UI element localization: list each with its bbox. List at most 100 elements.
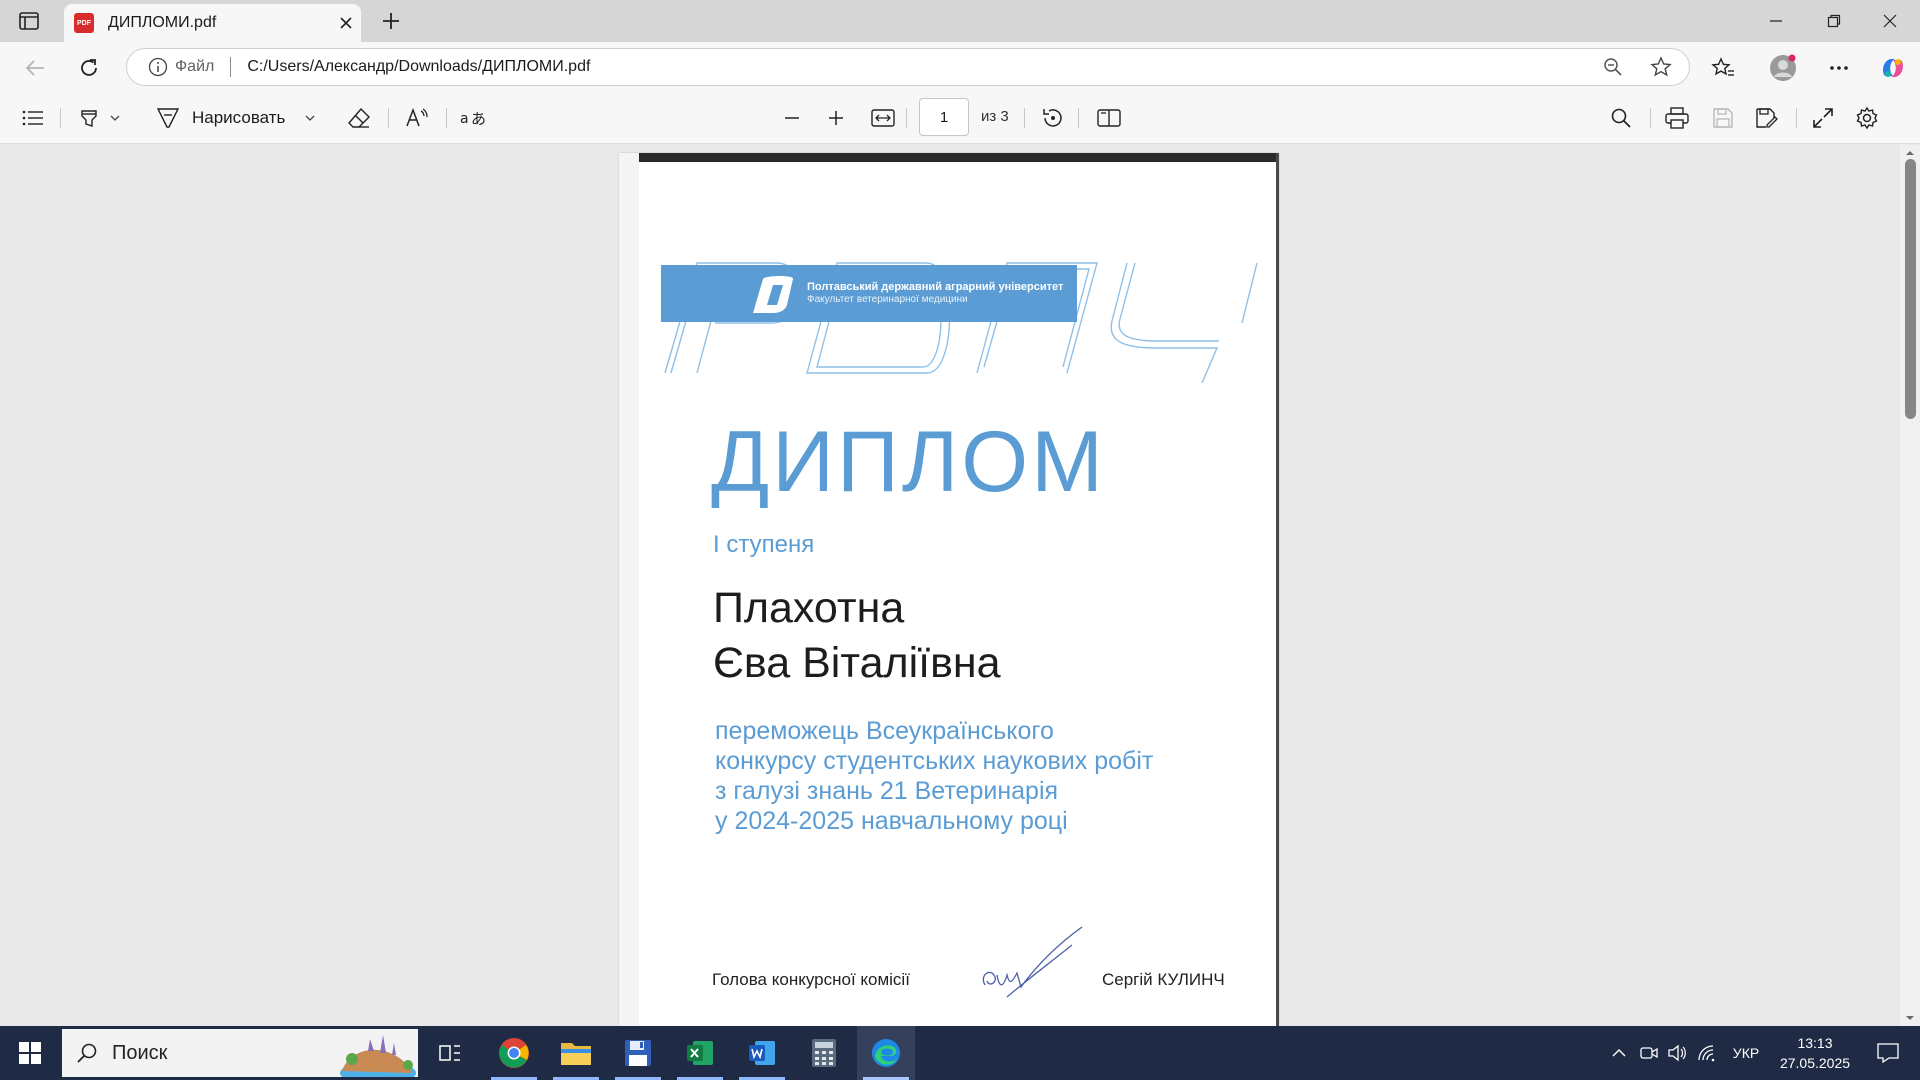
gear-icon [1856,106,1878,130]
close-tab-icon[interactable] [331,8,361,38]
page-view-button[interactable] [1094,103,1124,133]
scan-edge [619,153,639,1026]
taskbar-file-explorer[interactable] [547,1026,605,1080]
address-bar[interactable]: Файл C:/Users/Александр/Downloads/ДИПЛОМ… [126,48,1690,86]
new-tab-button[interactable] [376,6,406,36]
address-url[interactable]: C:/Users/Александр/Downloads/ДИПЛОМИ.pdf [247,58,1593,76]
more-options-button[interactable] [1822,51,1856,85]
save-as-button[interactable] [1752,103,1782,133]
print-button[interactable] [1662,103,1692,133]
refresh-button[interactable] [72,51,106,85]
find-button[interactable] [1606,103,1636,133]
save-button[interactable] [1708,103,1738,133]
toolbar-divider [388,108,389,128]
restore-icon [1827,14,1841,28]
pdf-viewer[interactable]: Полтавський державний аграрний університ… [0,145,1920,1026]
university-logo-icon [753,275,794,313]
two-page-icon [1097,109,1121,127]
profile-button[interactable] [1766,51,1800,85]
taskbar-search-box[interactable]: Поиск [62,1029,418,1077]
scrollbar-thumb[interactable] [1905,159,1916,419]
contents-button[interactable] [18,103,48,133]
zoom-out-button[interactable] [780,103,804,133]
toolbar-divider [60,108,61,128]
back-arrow-icon [25,60,44,76]
settings-button[interactable] [1852,103,1882,133]
notifications-button[interactable] [1866,1026,1910,1080]
copilot-button[interactable] [1876,51,1910,85]
search-highlight-illustration [340,1035,416,1077]
start-button[interactable] [0,1026,60,1080]
minimize-button[interactable] [1748,0,1804,42]
eraser-button[interactable] [344,103,374,133]
copilot-icon [1883,59,1903,77]
fit-width-icon [871,109,895,127]
taskbar-save-app[interactable] [609,1026,667,1080]
diploma-degree: І ступеня [713,531,815,558]
pdf-page: Полтавський державний аграрний університ… [619,153,1279,1026]
taskbar-chrome[interactable] [485,1026,543,1080]
taskbar-word[interactable] [733,1026,791,1080]
award-desc-line: з галузі знань 21 Ветеринарія [715,777,1059,805]
toolbar-divider [906,108,907,128]
award-desc-line: переможець Всеукраїнського [715,717,1054,745]
scroll-up-icon[interactable] [1900,147,1920,159]
language-indicator[interactable]: УКР [1724,1026,1768,1080]
navigation-bar: Файл C:/Users/Александр/Downloads/ДИПЛОМ… [0,42,1920,92]
toolbar-divider [1796,108,1797,128]
page-number-input[interactable]: 1 [919,98,969,136]
volume-button[interactable] [1664,1026,1690,1080]
tab-actions-icon [19,12,39,30]
camera-icon [1640,1047,1658,1059]
search-icon [77,1043,97,1063]
award-desc-line: у 2024-2025 навчальному році [715,807,1068,835]
favorites-icon [1711,57,1734,76]
favorites-button[interactable] [1706,51,1740,85]
favorite-star-icon[interactable] [1641,52,1681,82]
highlight-button[interactable] [74,103,126,133]
plus-icon [829,111,843,125]
scroll-down-icon[interactable] [1900,1012,1920,1024]
address-scheme: Файл [175,58,215,75]
draw-button[interactable]: Нарисовать [156,103,324,133]
zoom-out-icon[interactable] [1593,52,1633,82]
task-view-button[interactable] [421,1026,479,1080]
info-icon[interactable] [147,56,169,78]
svg-text:a: a [460,111,469,127]
taskbar-calculator[interactable] [795,1026,853,1080]
taskbar-excel[interactable] [671,1026,729,1080]
back-button[interactable] [18,51,52,85]
draw-label: Нарисовать [192,108,286,127]
close-icon [1883,14,1897,28]
toolbar-divider [1024,108,1025,128]
clock-time: 13:13 [1797,1035,1833,1051]
vertical-scrollbar[interactable] [1900,145,1920,1026]
save-icon [1713,108,1733,128]
restore-button[interactable] [1806,0,1862,42]
recipient-name: Плахотна Єва Віталіївна [713,581,1001,691]
search-icon [1611,108,1631,128]
rotate-icon [1043,109,1062,127]
meet-now-button[interactable] [1636,1026,1662,1080]
fullscreen-button[interactable] [1808,103,1838,133]
taskbar-clock[interactable]: 13:13 27.05.2025 [1770,1033,1860,1073]
tab-active[interactable]: PDF ДИПЛОМИ.pdf [64,4,361,42]
clock-date: 27.05.2025 [1779,1055,1851,1071]
translate-button[interactable]: aあ [458,103,488,133]
network-button[interactable] [1694,1026,1720,1080]
window-close-button[interactable] [1862,0,1918,42]
university-banner: Полтавський державний аграрний університ… [661,265,1077,322]
committee-chair-label: Голова конкурсної комісії [712,970,910,989]
zoom-in-button[interactable] [824,103,848,133]
fit-page-button[interactable] [868,103,898,133]
tab-actions-button[interactable] [14,8,44,34]
rotate-button[interactable] [1038,103,1068,133]
toolbar-divider [1078,108,1079,128]
taskbar-edge[interactable] [857,1026,915,1080]
translate-icon: aあ [460,110,486,128]
expand-icon [1813,108,1833,128]
read-aloud-button[interactable] [402,103,432,133]
tab-strip: PDF ДИПЛОМИ.pdf [0,0,1920,42]
show-hidden-icons-button[interactable] [1604,1026,1634,1080]
list-icon [22,110,43,126]
